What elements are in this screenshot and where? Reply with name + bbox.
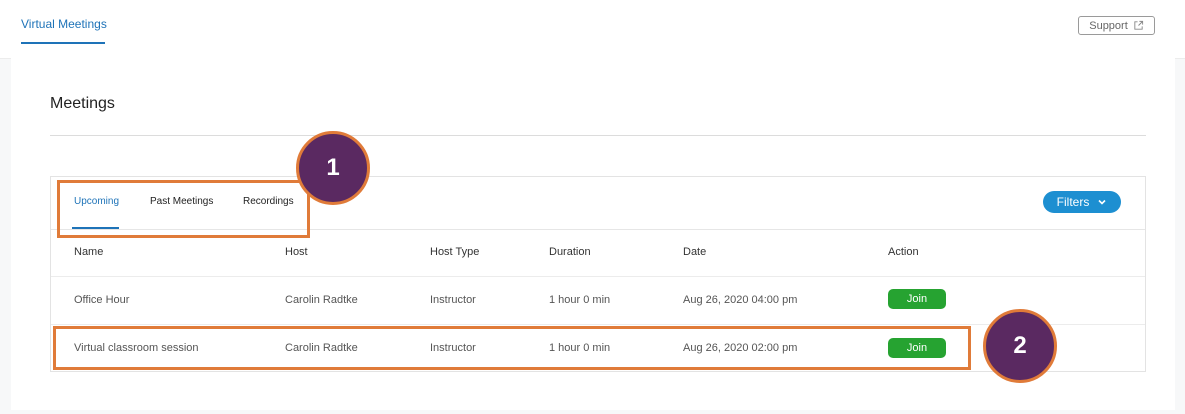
meeting-host: Carolin Radtke xyxy=(285,294,358,306)
filters-label: Filters xyxy=(1056,195,1090,209)
support-label: Support xyxy=(1089,19,1128,32)
active-tab-indicator xyxy=(21,42,105,44)
header-divider xyxy=(51,276,1145,277)
column-header-host: Host xyxy=(285,246,308,258)
callout-highlight-row xyxy=(53,326,971,370)
tab-virtual-meetings[interactable]: Virtual Meetings xyxy=(21,17,107,31)
column-header-date: Date xyxy=(683,246,707,258)
external-link-icon xyxy=(1134,20,1143,30)
title-divider xyxy=(50,135,1146,136)
support-button[interactable]: Support xyxy=(1078,16,1155,35)
column-header-action: Action xyxy=(888,246,919,258)
meeting-duration: 1 hour 0 min xyxy=(549,294,611,306)
column-header-name: Name xyxy=(74,246,104,258)
column-header-duration: Duration xyxy=(549,246,591,258)
page-title: Meetings xyxy=(50,95,115,112)
top-bar xyxy=(0,0,1185,59)
meeting-host-type: Instructor xyxy=(430,294,476,306)
join-button[interactable]: Join xyxy=(888,289,946,309)
filters-button[interactable]: Filters xyxy=(1043,191,1121,213)
meeting-date: Aug 26, 2020 04:00 pm xyxy=(683,294,798,306)
chevron-down-icon xyxy=(1098,199,1106,205)
row-divider xyxy=(51,324,1145,325)
meeting-name: Office Hour xyxy=(74,294,130,306)
column-header-host-type: Host Type xyxy=(430,246,480,258)
callout-badge-2: 2 xyxy=(983,309,1057,383)
callout-highlight-tabs xyxy=(57,180,310,238)
callout-badge-1: 1 xyxy=(296,131,370,205)
